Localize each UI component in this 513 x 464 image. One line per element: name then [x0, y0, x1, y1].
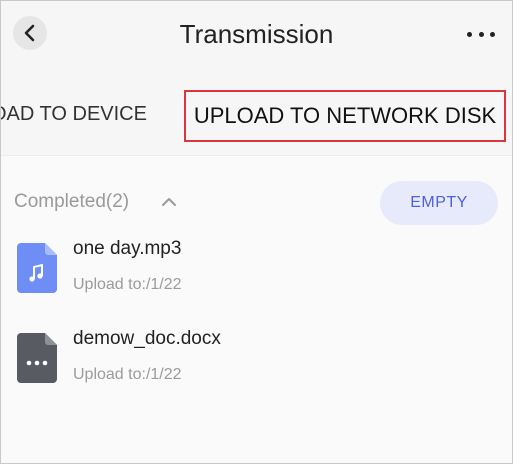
- more-dot-icon: [490, 31, 495, 37]
- document-file-icon: [17, 333, 57, 383]
- empty-button-label: EMPTY: [410, 194, 468, 211]
- more-options-button[interactable]: [467, 25, 495, 43]
- audio-file-icon: [17, 243, 57, 293]
- section-title: Completed(2): [14, 191, 130, 212]
- more-dot-icon: [467, 31, 472, 37]
- list-item[interactable]: one day.mp3 Upload to:/1/22: [1, 233, 512, 303]
- list-item[interactable]: demow_doc.docx Upload to:/1/22: [1, 323, 512, 393]
- page-title: Transmission: [179, 19, 334, 49]
- file-destination: Upload to:/1/22: [73, 276, 182, 293]
- screen: Transmission OAD TO DEVICE UPLOAD TO NET…: [0, 0, 513, 464]
- top-bar: Transmission OAD TO DEVICE UPLOAD TO NET…: [1, 1, 512, 156]
- tab-download-to-device[interactable]: OAD TO DEVICE: [1, 98, 147, 130]
- tab-upload-to-network-disk[interactable]: UPLOAD TO NETWORK DISK: [184, 90, 506, 142]
- chevron-up-icon[interactable]: [160, 194, 178, 210]
- tab-upload-label: UPLOAD TO NETWORK DISK: [193, 103, 497, 128]
- file-destination: Upload to:/1/22: [73, 366, 182, 383]
- file-name: demow_doc.docx: [73, 328, 221, 349]
- more-dot-icon: [478, 31, 484, 37]
- empty-button[interactable]: EMPTY: [380, 181, 498, 225]
- file-name: one day.mp3: [73, 238, 182, 259]
